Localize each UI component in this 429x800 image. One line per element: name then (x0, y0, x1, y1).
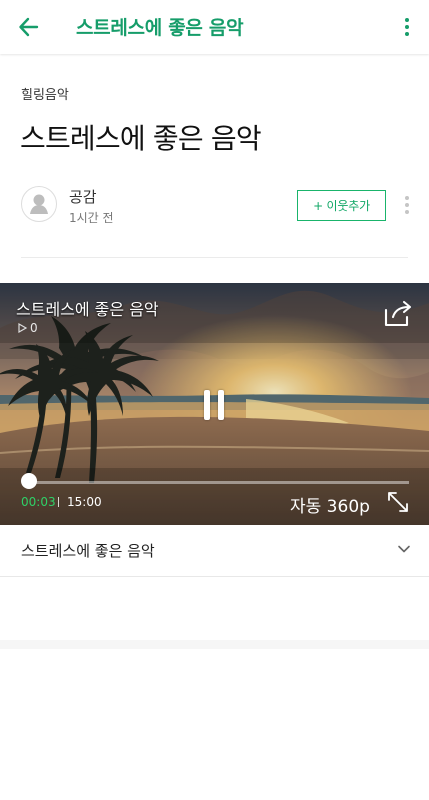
video-player[interactable]: 스트레스에 좋은 음악 0 00:03 15:00 자동 360p (0, 283, 429, 525)
back-button[interactable] (14, 12, 44, 42)
video-title: 스트레스에 좋은 음악 (16, 300, 159, 319)
add-neighbor-button[interactable]: + 이웃추가 (297, 190, 386, 221)
chevron-down-icon (398, 545, 410, 553)
pause-button[interactable] (194, 384, 234, 426)
back-arrow-icon (19, 17, 39, 37)
progress-bar[interactable] (28, 481, 409, 484)
time-divider (58, 497, 59, 507)
current-time: 00:03 (21, 495, 56, 509)
play-count: 0 (18, 321, 38, 335)
video-caption-text: 스트레스에 좋은 음악 (21, 542, 155, 560)
play-count-icon (18, 323, 27, 333)
separator (21, 257, 408, 258)
share-button[interactable] (383, 300, 414, 328)
more-icon-dot (405, 32, 409, 36)
avatar-icon (30, 194, 48, 214)
play-count-value: 0 (30, 321, 38, 335)
quality-button[interactable]: 자동 360p (290, 492, 370, 517)
post-time: 1시간 전 (69, 211, 114, 225)
post-category[interactable]: 힐링음악 (21, 84, 69, 103)
fullscreen-button[interactable] (386, 490, 410, 514)
duration: 15:00 (67, 495, 102, 509)
more-icon-dot (405, 203, 409, 207)
author-name[interactable]: 공감 (69, 186, 97, 207)
more-icon-dot (405, 196, 409, 200)
video-caption-toggle[interactable]: 스트레스에 좋은 음악 (0, 525, 429, 577)
share-icon (384, 300, 412, 327)
pause-icon (218, 390, 224, 420)
pause-icon (204, 390, 210, 420)
author-more-button[interactable] (401, 196, 413, 220)
app-bar: 스트레스에 좋은 음악 (0, 0, 429, 54)
app-title: 스트레스에 좋은 음악 (76, 17, 244, 39)
fullscreen-icon (388, 492, 408, 512)
more-icon-dot (405, 210, 409, 214)
more-icon-dot (405, 25, 409, 29)
more-button[interactable] (399, 13, 415, 41)
more-icon-dot (405, 18, 409, 22)
avatar[interactable] (21, 186, 57, 222)
post-title: 스트레스에 좋은 음악 (20, 122, 262, 155)
bottom-gap (0, 640, 429, 649)
